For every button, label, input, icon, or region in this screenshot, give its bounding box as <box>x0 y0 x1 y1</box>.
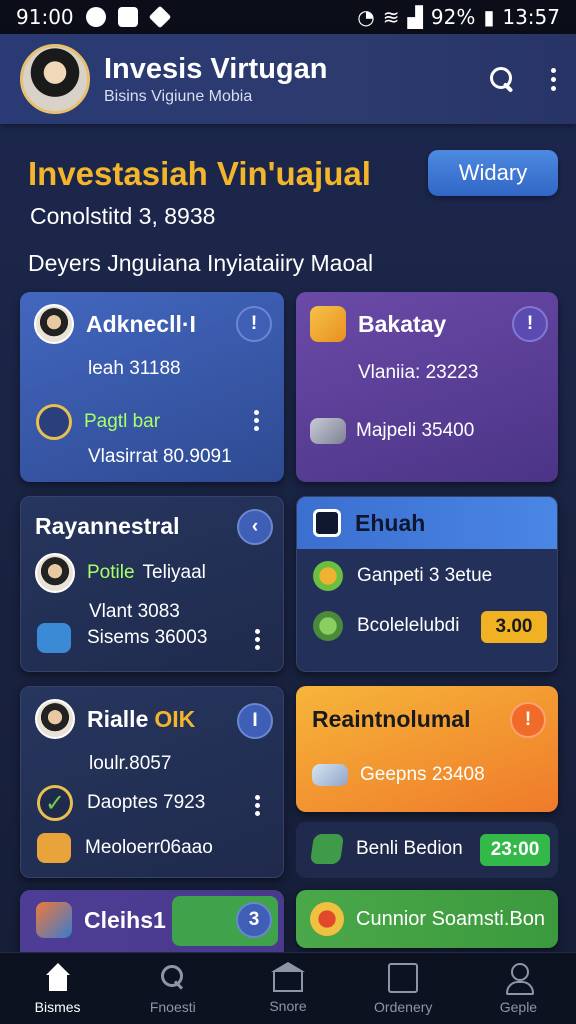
status-clock: 13:57 <box>502 5 560 29</box>
row-benli-bedion[interactable]: Benli Bedion 23:00 <box>296 822 558 878</box>
card-ehuah[interactable]: Ehuah Ganpeti 3 3etue Bcolelelubdi 3.00 <box>296 496 558 672</box>
nav-item-bismes[interactable]: Bismes <box>0 953 115 1024</box>
check-badge-icon <box>36 404 72 440</box>
more-options-icon[interactable] <box>253 410 259 431</box>
card-line: Geepns 23408 <box>360 764 485 785</box>
search-icon[interactable] <box>488 65 516 93</box>
nav-item-geple[interactable]: Geple <box>461 953 576 1024</box>
card-badge[interactable]: ! <box>236 306 272 342</box>
avatar <box>34 304 74 344</box>
avatar <box>35 699 75 739</box>
card-line: Vlaniia: 23223 <box>358 362 479 383</box>
card-line: Vlasirrat 80.9091 <box>88 446 232 467</box>
store-icon <box>271 961 305 992</box>
signal-icon: ▟ <box>407 5 423 29</box>
card-line: Daoptes 7923 <box>87 792 206 813</box>
value-chip[interactable]: 3.00 <box>481 611 547 643</box>
card-line: loulr.8057 <box>89 753 172 774</box>
card-payment-icon <box>312 764 348 786</box>
card-title: Cunnior Soamsti.Bon <box>356 907 545 930</box>
card-line: Potile <box>87 562 135 583</box>
nav-label: Snore <box>269 997 307 1014</box>
card-title: Bakatay <box>358 310 447 337</box>
camera-icon <box>313 509 341 537</box>
more-options-icon[interactable] <box>550 67 556 91</box>
nav-label: Fnoesti <box>149 998 196 1015</box>
card-line: Sisems 36003 <box>87 627 208 648</box>
more-options-icon[interactable] <box>254 795 260 816</box>
books-icon <box>310 418 346 444</box>
card-line: Bcolelelubdi <box>357 615 460 636</box>
card-reaintnolumal[interactable]: Reaintnolumal ! Geepns 23408 <box>296 686 558 812</box>
notification-icon <box>85 7 106 27</box>
card-adknecll[interactable]: Adknecll·I ! leah 31188 Pagtl bar Vlasir… <box>20 292 284 482</box>
section-title: Deyers Jnguiana Inyiataiiry Maoal <box>28 250 374 276</box>
search-icon <box>158 963 188 993</box>
card-title: Reaintnolumal <box>312 706 471 732</box>
card-line-extra: Teliyaal <box>142 562 206 583</box>
gift-icon <box>36 902 72 938</box>
medal-icon <box>310 902 344 936</box>
card-cleihs[interactable]: Cleihs1 3 <box>20 890 284 952</box>
user-icon <box>503 962 535 995</box>
grid-box-icon <box>37 833 71 863</box>
card-badge[interactable]: I <box>237 703 273 739</box>
nav-item-snore[interactable]: Snore <box>230 953 345 1024</box>
card-badge[interactable]: ! <box>512 306 548 342</box>
app-header: Invesis Virtugan Bisins Vigiune Mobia <box>0 34 576 124</box>
card-rayannestral[interactable]: Rayannestral ‹ Potile Teliyaal Vlant 308… <box>20 496 284 672</box>
bottom-nav: Bismes Fnoesti Snore Ordenery Geple <box>0 952 576 1024</box>
chart-icon <box>309 834 345 864</box>
tag-notification-icon <box>148 5 171 29</box>
more-options-icon[interactable] <box>254 629 260 650</box>
nav-label: Bismes <box>34 998 81 1015</box>
card-line: Majpeli 35400 <box>356 420 475 441</box>
battery-percent: 92% <box>430 5 476 29</box>
card-title: Cleihs1 <box>84 906 166 933</box>
status-time-left: 91:00 <box>16 5 74 29</box>
card-line: Meoloerr06aao <box>85 837 213 858</box>
card-line: Vlant 3083 <box>89 601 180 622</box>
card-title-accent: OIK <box>154 705 196 732</box>
nav-item-ordenery[interactable]: Ordenery <box>346 953 461 1024</box>
camera-notification-icon <box>117 7 138 27</box>
value-chip[interactable]: 23:00 <box>480 834 550 866</box>
card-line: Pagtl bar <box>84 411 161 432</box>
app-title: Invesis Virtugan <box>104 52 328 85</box>
nav-label: Geple <box>499 998 538 1015</box>
sun-leaf-icon <box>313 561 343 591</box>
card-rialle[interactable]: Rialle OIK I loulr.8057 ✓ Daoptes 7923 M… <box>20 686 284 878</box>
cursor-click-icon <box>310 306 346 342</box>
document-icon <box>388 962 419 993</box>
nav-label: Ordenery <box>374 998 433 1015</box>
card-bakatay[interactable]: Bakatay ! Vlaniia: 23223 Majpeli 35400 <box>296 292 558 482</box>
card-title: Rayannestral <box>35 513 180 539</box>
battery-icon: ▮ <box>483 5 495 29</box>
card-cunnior[interactable]: Cunnior Soamsti.Bon <box>296 890 558 948</box>
card-badge[interactable]: 3 <box>236 902 272 938</box>
hero-action-button[interactable]: Widary <box>428 150 558 196</box>
app-subtitle: Bisins Vigiune Mobia <box>104 87 253 105</box>
home-icon <box>43 962 73 993</box>
status-bar: 91:00 ◔ ≋ ▟ 92% ▮ 13:57 <box>0 0 576 34</box>
card-title: Adknecll·I <box>86 310 196 337</box>
wifi-icon: ≋ <box>382 5 400 29</box>
checkmark-icon: ✓ <box>37 785 73 821</box>
alarm-icon: ◔ <box>357 5 375 29</box>
card-line: Benli Bedion <box>356 838 463 859</box>
hero-title: Investasiah Vin'uajual <box>28 155 371 192</box>
profile-avatar[interactable] <box>20 44 90 114</box>
nav-item-fnoesti[interactable]: Fnoesti <box>115 953 230 1024</box>
avatar <box>35 553 75 593</box>
card-title: Rialle <box>87 705 149 732</box>
card-badge[interactable]: ‹ <box>237 509 273 545</box>
hero-subtitle: Conolstitd 3, 8938 <box>30 203 216 229</box>
card-badge[interactable]: ! <box>510 702 546 738</box>
card-title: Ehuah <box>355 509 426 536</box>
card-line: Ganpeti 3 3etue <box>357 565 493 586</box>
gear-leaf-icon <box>313 611 343 641</box>
house-icon <box>37 623 71 653</box>
card-line: leah 31188 <box>88 358 181 379</box>
